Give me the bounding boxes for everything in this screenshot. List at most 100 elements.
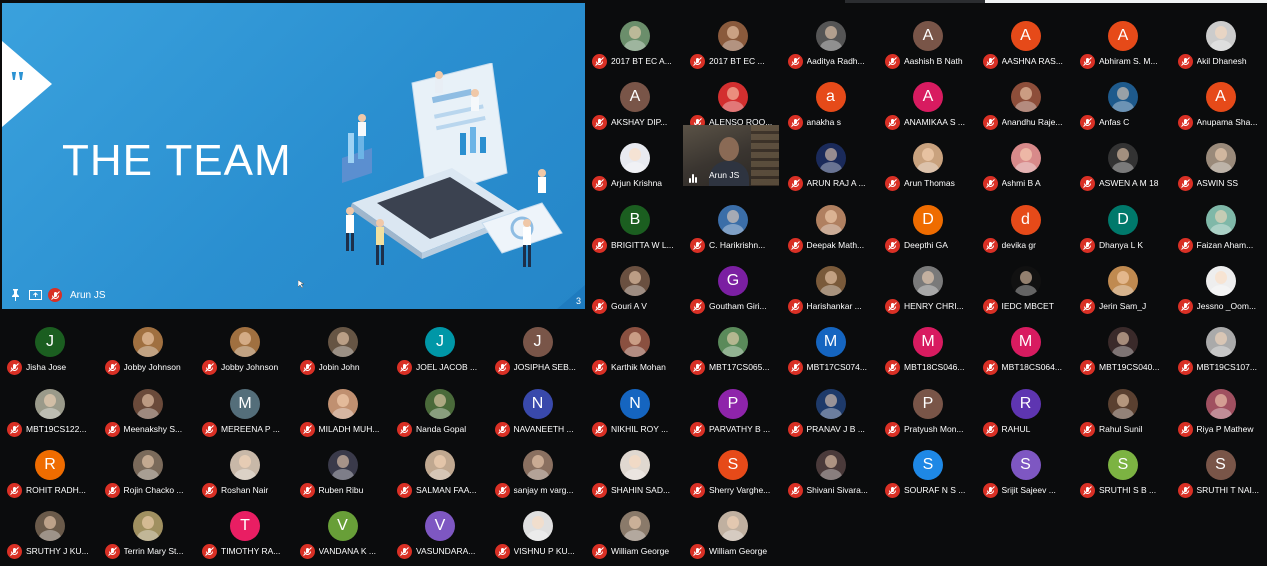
participant-tile[interactable]: Akil Dhanesh bbox=[1173, 15, 1267, 76]
participant-tile[interactable]: PRANAV J B ... bbox=[783, 383, 880, 444]
mic-off-icon bbox=[202, 422, 217, 437]
participant-tile[interactable]: ASWIN SS bbox=[1173, 137, 1267, 198]
participant-tile[interactable]: PPratyush Mon... bbox=[880, 383, 977, 444]
participant-tile[interactable]: Jerin Sam_J bbox=[1075, 260, 1172, 321]
participant-tile[interactable]: Deepak Math... bbox=[783, 199, 880, 260]
participant-tile[interactable]: TTIMOTHY RA... bbox=[197, 505, 294, 566]
participant-tile[interactable]: BBRIGITTA W L... bbox=[587, 199, 684, 260]
participant-tile[interactable]: HENRY CHRI... bbox=[880, 260, 977, 321]
participant-tile[interactable]: Rojin Chacko ... bbox=[100, 444, 197, 505]
participant-tile[interactable]: AANAMIKAA S ... bbox=[880, 76, 977, 137]
participant-name: SRUTHI S B ... bbox=[1099, 484, 1171, 497]
participant-tile[interactable]: NNIKHIL ROY ... bbox=[587, 383, 684, 444]
participant-tile[interactable]: SSrijit Sajeev ... bbox=[978, 444, 1075, 505]
participant-tile[interactable]: ARUN RAJ A ... bbox=[783, 137, 880, 198]
participant-tile[interactable]: RROHIT RADH... bbox=[2, 444, 99, 505]
participant-name: Sherry Varghe... bbox=[709, 484, 781, 497]
participant-tile[interactable]: RRAHUL bbox=[978, 383, 1075, 444]
participant-tile[interactable]: ddevika gr bbox=[978, 199, 1075, 260]
participant-tile[interactable]: Rahul Sunil bbox=[1075, 383, 1172, 444]
participant-tile[interactable]: MMEREENA P ... bbox=[197, 383, 294, 444]
participant-tile[interactable]: JJOSIPHA SEB... bbox=[490, 321, 587, 382]
participant-tile[interactable]: ASWEN A M 18 bbox=[1075, 137, 1172, 198]
participant-tile[interactable]: GGoutham Giri... bbox=[685, 260, 782, 321]
participant-tile[interactable]: MBT17CS065... bbox=[685, 321, 782, 382]
participant-tile[interactable]: MMBT17CS074... bbox=[783, 321, 880, 382]
participant-name: SALMAN FAA... bbox=[416, 484, 488, 497]
participant-tile[interactable]: William George bbox=[587, 505, 684, 566]
participant-tile[interactable]: DDhanya L K bbox=[1075, 199, 1172, 260]
participant-tile[interactable]: Arjun Krishna bbox=[587, 137, 684, 198]
participant-tile[interactable]: SRUTHY J KU... bbox=[2, 505, 99, 566]
participant-tile[interactable]: JJOEL JACOB ... bbox=[392, 321, 489, 382]
participant-tile[interactable]: AAashish B Nath bbox=[880, 15, 977, 76]
participant-tile[interactable]: aanakha s bbox=[783, 76, 880, 137]
participant-avatar: S bbox=[718, 450, 748, 480]
pin-icon[interactable] bbox=[8, 288, 22, 302]
participant-tile[interactable]: IEDC MBCET bbox=[978, 260, 1075, 321]
participant-tile[interactable]: MBT19CS107... bbox=[1173, 321, 1267, 382]
mic-off-icon bbox=[202, 483, 217, 498]
participant-tile[interactable]: Faizan Aham... bbox=[1173, 199, 1267, 260]
participant-tile[interactable]: SSRUTHI T NAI... bbox=[1173, 444, 1267, 505]
participant-tile[interactable]: VISHNU P KU... bbox=[490, 505, 587, 566]
mic-off-icon bbox=[983, 176, 998, 191]
participant-tile[interactable]: AAbhiram S. M... bbox=[1075, 15, 1172, 76]
participant-tile[interactable]: 2017 BT EC A... bbox=[587, 15, 684, 76]
participant-name: ASWEN A M 18 bbox=[1099, 177, 1171, 190]
participant-tile[interactable]: Meenakshy S... bbox=[100, 383, 197, 444]
participant-avatar: A bbox=[913, 82, 943, 112]
participant-tile[interactable]: JJisha Jose bbox=[2, 321, 99, 382]
participant-tile[interactable]: MMBT18CS046... bbox=[880, 321, 977, 382]
participant-tile[interactable]: C. Harikrishn... bbox=[685, 199, 782, 260]
participant-tile[interactable]: NNAVANEETH ... bbox=[490, 383, 587, 444]
participant-tile[interactable]: Arun Thomas bbox=[880, 137, 977, 198]
participant-tile[interactable]: DDeepthi GA bbox=[880, 199, 977, 260]
participant-tile[interactable]: SSRUTHI S B ... bbox=[1075, 444, 1172, 505]
participant-tile[interactable]: AAKSHAY DIP... bbox=[587, 76, 684, 137]
participant-tile[interactable]: Aaditya Radh... bbox=[783, 15, 880, 76]
participant-tile[interactable]: VVASUNDARA... bbox=[392, 505, 489, 566]
participant-tile[interactable]: Roshan Nair bbox=[197, 444, 294, 505]
participant-tile[interactable]: Harishankar ... bbox=[783, 260, 880, 321]
participant-tile[interactable]: Anfas C bbox=[1075, 76, 1172, 137]
participant-tile[interactable]: AAnupama Sha... bbox=[1173, 76, 1267, 137]
participant-avatar bbox=[35, 511, 65, 541]
participant-tile[interactable]: SSOURAF N S ... bbox=[880, 444, 977, 505]
participant-tile[interactable]: VVANDANA K ... bbox=[295, 505, 392, 566]
participant-tile[interactable]: William George bbox=[685, 505, 782, 566]
mic-off-icon bbox=[983, 238, 998, 253]
participant-name: William George bbox=[709, 545, 781, 558]
participant-tile[interactable]: SALMAN FAA... bbox=[392, 444, 489, 505]
participant-tile[interactable]: MBT19CS122... bbox=[2, 383, 99, 444]
participant-tile[interactable]: MILADH MUH... bbox=[295, 383, 392, 444]
participant-tile[interactable]: MMBT18CS064... bbox=[978, 321, 1075, 382]
slide-number-corner bbox=[557, 285, 585, 309]
mic-off-icon bbox=[690, 360, 705, 375]
participant-tile[interactable]: MBT19CS040... bbox=[1075, 321, 1172, 382]
participant-tile[interactable]: Ashmi B A bbox=[978, 137, 1075, 198]
participant-tile[interactable]: Jessno _Oom... bbox=[1173, 260, 1267, 321]
participant-tile[interactable]: SHAHIN SAD... bbox=[587, 444, 684, 505]
participant-tile[interactable]: 2017 BT EC ... bbox=[685, 15, 782, 76]
participant-tile[interactable]: S Sherry Varghe... bbox=[685, 444, 782, 505]
participant-video-tile[interactable]: Arun JS bbox=[683, 125, 779, 186]
participant-tile[interactable]: PPARVATHY B ... bbox=[685, 383, 782, 444]
participant-tile[interactable]: Nanda Gopal bbox=[392, 383, 489, 444]
participant-tile[interactable]: Jobin John bbox=[295, 321, 392, 382]
participant-tile[interactable]: Jobby Johnson bbox=[100, 321, 197, 382]
participant-tile[interactable]: Anandhu Raje... bbox=[978, 76, 1075, 137]
present-screen-icon[interactable] bbox=[28, 288, 42, 302]
participant-tile[interactable]: Terrin Mary St... bbox=[100, 505, 197, 566]
participant-tile[interactable]: Karthik Mohan bbox=[587, 321, 684, 382]
participant-tile[interactable]: Gouri A V bbox=[587, 260, 684, 321]
participant-tile[interactable]: Shivani Sivara... bbox=[783, 444, 880, 505]
participant-name: Anupama Sha... bbox=[1197, 116, 1267, 129]
participant-avatar: P bbox=[718, 389, 748, 419]
participant-tile[interactable]: Ruben Ribu bbox=[295, 444, 392, 505]
presentation-tile[interactable]: " THE TEAM bbox=[2, 3, 585, 309]
participant-tile[interactable]: Jobby Johnson bbox=[197, 321, 294, 382]
participant-tile[interactable]: Riya P Mathew bbox=[1173, 383, 1267, 444]
participant-tile[interactable]: AAASHNA RAS... bbox=[978, 15, 1075, 76]
participant-tile[interactable]: sanjay m varg... bbox=[490, 444, 587, 505]
